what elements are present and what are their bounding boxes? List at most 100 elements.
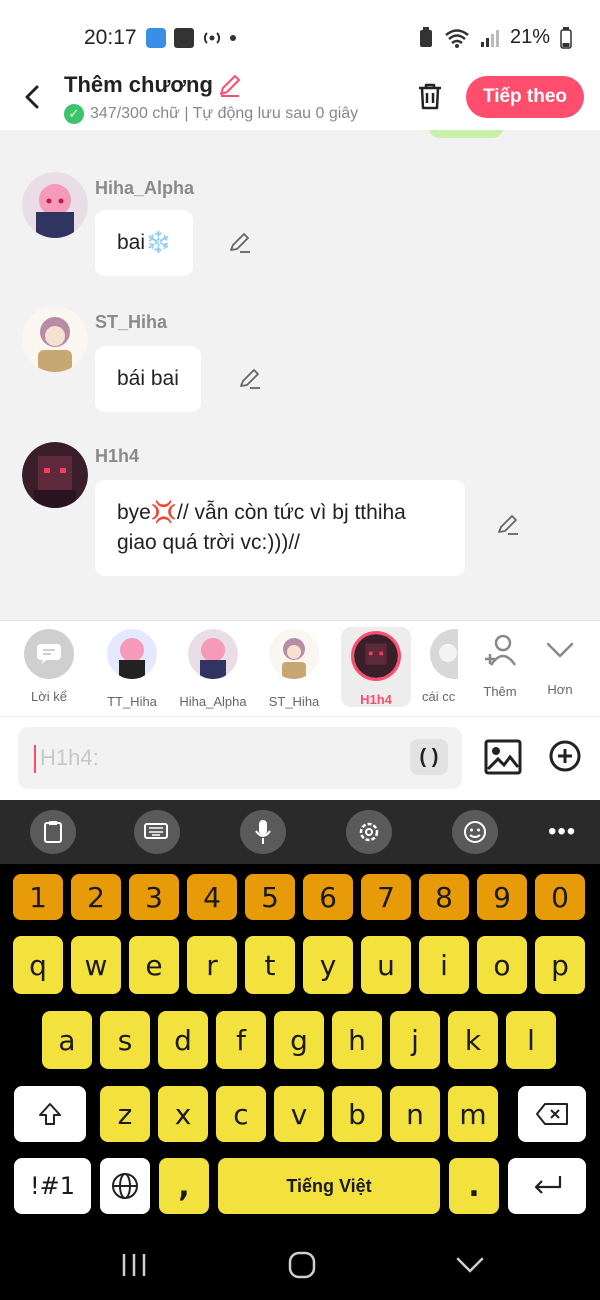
edit-title-icon[interactable] bbox=[217, 72, 243, 98]
message-author: ST_Hiha bbox=[95, 312, 168, 332]
message-input[interactable]: H1h4: ( ) bbox=[18, 727, 462, 789]
character-cai-cc[interactable]: cái cc bbox=[420, 629, 458, 709]
previous-message-bubble bbox=[428, 130, 504, 138]
key-4[interactable]: 4 bbox=[187, 874, 237, 920]
add-character-button[interactable]: Thêm bbox=[470, 633, 530, 699]
battery-percent: 21% bbox=[509, 26, 550, 48]
character-narrator[interactable]: Lời kể bbox=[14, 629, 84, 704]
recent-apps-icon[interactable] bbox=[114, 1250, 154, 1280]
key-y[interactable]: y bbox=[303, 936, 353, 994]
key-l[interactable]: l bbox=[506, 1011, 556, 1069]
avatar bbox=[22, 172, 88, 238]
edit-message-icon[interactable] bbox=[228, 230, 252, 254]
key-x[interactable]: x bbox=[158, 1086, 208, 1142]
key-0[interactable]: 0 bbox=[535, 874, 585, 920]
avatar bbox=[430, 629, 458, 679]
key-2[interactable]: 2 bbox=[71, 874, 121, 920]
key-o[interactable]: o bbox=[477, 936, 527, 994]
key-d[interactable]: d bbox=[158, 1011, 208, 1069]
key-r[interactable]: r bbox=[187, 936, 237, 994]
symbols-key[interactable]: !#1 bbox=[14, 1158, 91, 1214]
word-count-status: 347/300 chữ | Tự động lưu sau 0 giây bbox=[90, 105, 359, 122]
hide-keyboard-icon[interactable] bbox=[450, 1250, 490, 1280]
message-author: Hiha_Alpha bbox=[95, 178, 195, 198]
key-e[interactable]: e bbox=[129, 936, 179, 994]
backspace-key[interactable] bbox=[518, 1086, 586, 1142]
space-key[interactable]: Tiếng Việt bbox=[218, 1158, 440, 1214]
key-9[interactable]: 9 bbox=[477, 874, 527, 920]
key-5[interactable]: 5 bbox=[245, 874, 295, 920]
enter-key[interactable] bbox=[508, 1158, 586, 1214]
chat-area[interactable]: Hiha_Alpha bai❄️ ST_Hiha bái bai H1h4 by… bbox=[0, 130, 600, 620]
less-label: Hơn bbox=[547, 682, 573, 697]
key-k[interactable]: k bbox=[448, 1011, 498, 1069]
key-i[interactable]: i bbox=[419, 936, 469, 994]
key-z[interactable]: z bbox=[100, 1086, 150, 1142]
key-8[interactable]: 8 bbox=[419, 874, 469, 920]
more-notifications-dot bbox=[230, 35, 236, 41]
key-j[interactable]: j bbox=[390, 1011, 440, 1069]
avatar bbox=[188, 629, 238, 679]
input-placeholder: H1h4: bbox=[40, 745, 99, 770]
avatar bbox=[107, 629, 157, 679]
key-b[interactable]: b bbox=[332, 1086, 382, 1142]
keyboard-icon[interactable] bbox=[134, 810, 180, 854]
more-options-icon[interactable]: ••• bbox=[548, 818, 576, 846]
add-user-icon bbox=[485, 634, 517, 666]
edit-message-icon[interactable] bbox=[238, 366, 262, 390]
keyboard-toolbar: ••• bbox=[0, 800, 600, 864]
key-q[interactable]: q bbox=[13, 936, 63, 994]
image-notification-icon bbox=[174, 28, 194, 48]
next-button[interactable]: Tiếp theo bbox=[466, 76, 584, 118]
character-label: Hiha_Alpha bbox=[179, 694, 247, 709]
battery-saver-icon bbox=[419, 26, 432, 47]
narrator-icon bbox=[24, 629, 74, 679]
key-g[interactable]: g bbox=[274, 1011, 324, 1069]
key-a[interactable]: a bbox=[42, 1011, 92, 1069]
key-6[interactable]: 6 bbox=[303, 874, 353, 920]
home-icon[interactable] bbox=[282, 1250, 322, 1280]
shift-key[interactable] bbox=[14, 1086, 86, 1142]
character-h1h4[interactable]: H1h4 bbox=[341, 627, 411, 707]
language-key[interactable] bbox=[100, 1158, 150, 1214]
key-h[interactable]: h bbox=[332, 1011, 382, 1069]
globe-icon bbox=[112, 1173, 138, 1199]
message-bubble[interactable]: bai❄️ bbox=[95, 210, 194, 276]
key-s[interactable]: s bbox=[100, 1011, 150, 1069]
message-bubble[interactable]: bye💢// vẫn còn tức vì bj tthiha giao quá… bbox=[95, 480, 465, 576]
back-arrow-icon[interactable] bbox=[18, 82, 48, 112]
period-key[interactable]: . bbox=[449, 1158, 499, 1214]
wifi-notification-icon bbox=[146, 28, 166, 48]
character-tt-hiha[interactable]: TT_Hiha bbox=[97, 629, 167, 709]
key-p[interactable]: p bbox=[535, 936, 585, 994]
edit-message-icon[interactable] bbox=[496, 512, 520, 536]
message-bubble[interactable]: bái bai bbox=[95, 346, 201, 412]
character-st-hiha[interactable]: ST_Hiha bbox=[259, 629, 329, 709]
key-7[interactable]: 7 bbox=[361, 874, 411, 920]
settings-gear-icon[interactable] bbox=[346, 810, 392, 854]
key-3[interactable]: 3 bbox=[129, 874, 179, 920]
key-u[interactable]: u bbox=[361, 936, 411, 994]
status-bar: 20:17 21% bbox=[0, 0, 600, 70]
key-m[interactable]: m bbox=[448, 1086, 498, 1142]
clipboard-icon[interactable] bbox=[30, 810, 76, 854]
microphone-icon[interactable] bbox=[240, 810, 286, 854]
character-hiha-alpha[interactable]: Hiha_Alpha bbox=[178, 629, 248, 709]
parenthesis-button[interactable]: ( ) bbox=[410, 739, 448, 775]
trash-icon[interactable] bbox=[414, 80, 446, 112]
key-w[interactable]: w bbox=[71, 936, 121, 994]
key-t[interactable]: t bbox=[245, 936, 295, 994]
avatar bbox=[22, 442, 88, 508]
emoji-icon[interactable] bbox=[452, 810, 498, 854]
key-v[interactable]: v bbox=[274, 1086, 324, 1142]
key-n[interactable]: n bbox=[390, 1086, 440, 1142]
system-nav-bar bbox=[0, 1224, 600, 1300]
image-icon[interactable] bbox=[484, 739, 522, 775]
key-1[interactable]: 1 bbox=[13, 874, 63, 920]
expand-button[interactable]: Hơn bbox=[530, 633, 590, 697]
add-icon[interactable] bbox=[548, 739, 582, 773]
key-f[interactable]: f bbox=[216, 1011, 266, 1069]
key-c[interactable]: c bbox=[216, 1086, 266, 1142]
avatar bbox=[269, 629, 319, 679]
comma-key[interactable]: , bbox=[159, 1158, 209, 1214]
